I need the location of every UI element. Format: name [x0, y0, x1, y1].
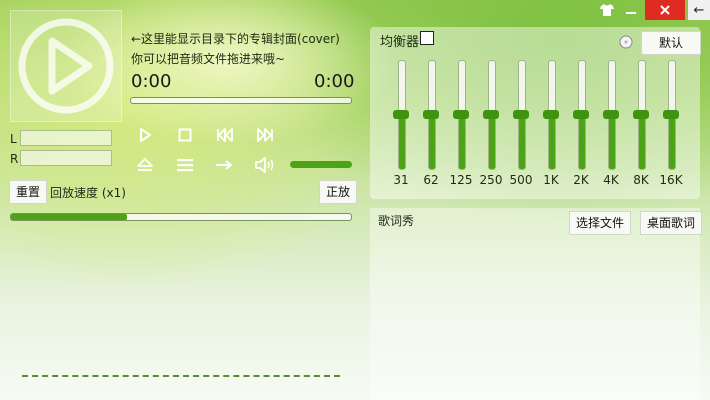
- left-level-meter: [20, 130, 112, 146]
- back-arrow-label: ←: [693, 2, 705, 18]
- eq-band-thumb[interactable]: [573, 110, 589, 119]
- progress-bar[interactable]: [130, 97, 352, 104]
- eq-band-slider[interactable]: 16K: [656, 58, 686, 187]
- choose-file-button[interactable]: 选择文件: [569, 211, 632, 235]
- eq-band-label: 16K: [659, 173, 683, 187]
- eq-band-thumb[interactable]: [513, 110, 529, 119]
- eq-band-thumb[interactable]: [603, 110, 619, 119]
- skin-button[interactable]: [596, 0, 618, 20]
- cover-hint: ←这里能显示目录下的专辑封面(cover) 你可以把音频文件拖进来哦~: [131, 29, 340, 69]
- total-time: 0:00: [314, 71, 355, 92]
- volume-button[interactable]: [253, 154, 277, 176]
- repeat-button[interactable]: [213, 154, 237, 176]
- eq-band-thumb[interactable]: [633, 110, 649, 119]
- current-time: 0:00: [131, 71, 172, 92]
- cover-hint-line1: ←这里能显示目录下的专辑封面(cover): [131, 32, 340, 46]
- minimize-button[interactable]: [620, 0, 642, 20]
- eq-band-thumb[interactable]: [543, 110, 559, 119]
- next-button[interactable]: [253, 124, 277, 146]
- eq-band-fill: [459, 115, 465, 169]
- eq-band-thumb[interactable]: [393, 110, 409, 119]
- eq-band-slider[interactable]: 8K: [626, 58, 656, 187]
- back-button[interactable]: ←: [688, 0, 710, 20]
- divider-line: [22, 375, 340, 377]
- eq-band-slider[interactable]: 31: [386, 58, 416, 187]
- next-icon: [257, 128, 273, 142]
- eq-band-slider[interactable]: 500: [506, 58, 536, 187]
- lyrics-panel: [370, 208, 700, 400]
- eject-icon: [137, 158, 153, 171]
- close-button[interactable]: [645, 0, 685, 20]
- eq-band-slider[interactable]: 62: [416, 58, 446, 187]
- eq-band-fill: [609, 115, 615, 169]
- eq-band-slider[interactable]: 1K: [536, 58, 566, 187]
- close-icon: [660, 5, 670, 15]
- cd-icon: [619, 35, 633, 52]
- eq-band-slider[interactable]: 250: [476, 58, 506, 187]
- lyrics-title: 歌词秀: [378, 214, 415, 228]
- eq-band-fill: [489, 115, 495, 169]
- eq-band-thumb[interactable]: [453, 110, 469, 119]
- stop-icon: [178, 128, 192, 142]
- previous-button[interactable]: [213, 124, 237, 146]
- eq-band-fill: [579, 115, 585, 169]
- volume-icon: [255, 157, 274, 173]
- left-channel-label: L: [10, 132, 17, 146]
- eq-band-thumb[interactable]: [663, 110, 679, 119]
- reset-button[interactable]: 重置: [9, 180, 48, 204]
- play-icon: [140, 128, 151, 142]
- playlist-button[interactable]: [173, 154, 197, 176]
- preset-default-button[interactable]: 默认: [641, 31, 701, 55]
- playback-speed-slider[interactable]: [10, 213, 352, 221]
- eq-band-fill: [519, 115, 525, 169]
- playlist-icon: [177, 159, 193, 172]
- eq-band-slider[interactable]: 4K: [596, 58, 626, 187]
- stop-button[interactable]: [173, 124, 197, 146]
- desktop-lyrics-button[interactable]: 桌面歌词: [640, 211, 703, 235]
- repeat-icon: [216, 160, 232, 170]
- eq-band-slider[interactable]: 125: [446, 58, 476, 187]
- eject-button[interactable]: [133, 154, 157, 176]
- play-circle-icon: [18, 18, 114, 114]
- volume-slider[interactable]: [290, 161, 352, 168]
- right-channel-label: R: [10, 152, 19, 166]
- play-button[interactable]: [133, 124, 157, 146]
- eq-band-slider[interactable]: 2K: [566, 58, 596, 187]
- eq-band-fill: [669, 115, 675, 169]
- forward-button[interactable]: 正放: [319, 180, 358, 204]
- cover-hint-line2: 你可以把音频文件拖进来哦~: [131, 52, 286, 66]
- previous-icon: [217, 128, 233, 142]
- eq-band-fill: [429, 115, 435, 169]
- eq-band-fill: [399, 115, 405, 169]
- playback-speed-label: 回放速度 (x1): [50, 186, 126, 200]
- playback-speed-fill: [11, 214, 127, 220]
- eq-band-thumb[interactable]: [483, 110, 499, 119]
- eq-band-thumb[interactable]: [423, 110, 439, 119]
- right-level-meter: [20, 150, 112, 166]
- equalizer-enable-checkbox[interactable]: [420, 31, 434, 45]
- eq-band-fill: [639, 115, 645, 169]
- minimize-icon: [626, 12, 636, 14]
- eq-band-fill: [549, 115, 555, 169]
- album-cover[interactable]: [10, 10, 122, 122]
- equalizer-title: 均衡器: [380, 35, 420, 50]
- shirt-icon: [600, 4, 614, 16]
